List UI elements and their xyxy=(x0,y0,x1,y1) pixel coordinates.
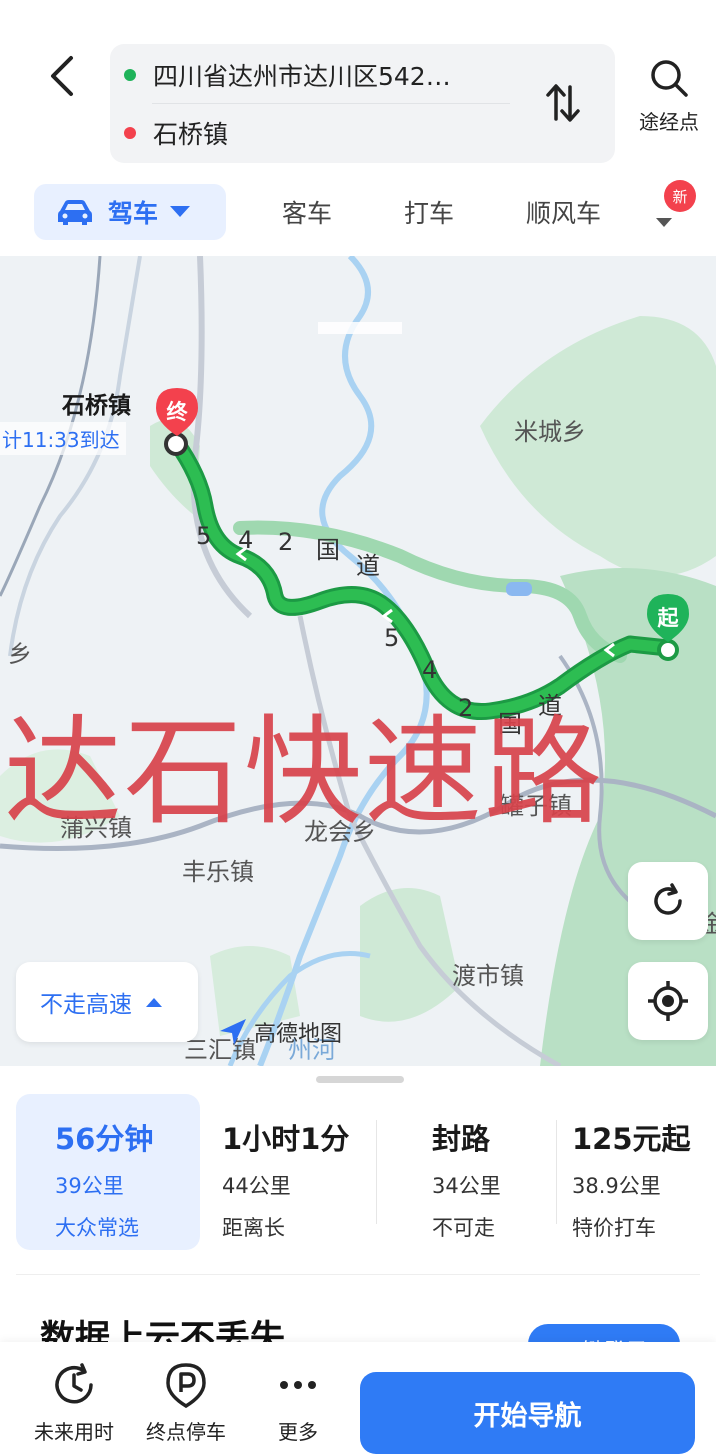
route-tag: 特价打车 xyxy=(572,1216,656,1240)
bottom-action-bar: 未来用时 终点停车 更多 开始导航 xyxy=(0,1342,716,1456)
overlay-title: 达石快速路 xyxy=(4,703,605,841)
route-option[interactable]: 125元起 38.9公里 特价打车 xyxy=(572,1094,712,1250)
brand-label: 高德地图 xyxy=(254,1022,343,1047)
route-time: 封路 xyxy=(432,1122,491,1156)
origin-dot-icon xyxy=(124,69,136,81)
origin-field[interactable]: 四川省达州市达川区542… xyxy=(124,46,514,104)
brand-watermark: 高德地图 xyxy=(218,1016,342,1048)
route-option[interactable]: 1小时1分 44公里 距离长 xyxy=(222,1094,372,1250)
chevron-left-icon xyxy=(51,56,73,96)
road-label-char: 5 xyxy=(196,522,212,550)
route-options: 56分钟 39公里 大众常选 1小时1分 44公里 距离长 封路 34公里 不可… xyxy=(16,1094,716,1250)
route-input-box: 四川省达州市达川区542… 石桥镇 xyxy=(110,44,615,163)
route-tag: 大众常选 xyxy=(55,1216,139,1240)
map-canvas xyxy=(0,256,716,1066)
tab-drive[interactable]: 驾车 xyxy=(34,184,226,240)
swap-arrows-icon xyxy=(546,84,580,122)
future-time-label: 未来用时 xyxy=(34,1420,114,1444)
destination-parking-label: 终点停车 xyxy=(146,1420,226,1444)
road-label-char: 2 xyxy=(278,528,294,556)
locate-me-button[interactable] xyxy=(628,962,708,1040)
status-bar xyxy=(0,0,716,30)
route-distance: 44公里 xyxy=(222,1174,291,1198)
car-icon xyxy=(58,200,92,225)
option-divider xyxy=(556,1120,557,1224)
future-time-button[interactable]: 未来用时 xyxy=(24,1362,124,1445)
caret-down-icon xyxy=(170,206,191,217)
place-label: 乡 xyxy=(8,640,32,668)
road-label-char: 5 xyxy=(384,624,400,652)
end-pin-label: 终 xyxy=(166,400,188,424)
road-label-char: 4 xyxy=(238,526,254,554)
back-button[interactable] xyxy=(36,50,88,102)
avoid-highway-label: 不走高速 xyxy=(40,992,132,1018)
more-button[interactable]: 更多 xyxy=(248,1362,348,1445)
destination-field[interactable]: 石桥镇 xyxy=(124,104,514,162)
route-map[interactable]: 终 起 5 4 2 国 道 5 4 2 国 道 石桥镇 计11:33到达 米城乡… xyxy=(0,256,716,1066)
route-header: 四川省达州市达川区542… 石桥镇 途经点 驾车 客车 打车 顺风车 新 xyxy=(0,0,716,256)
route-tag: 距离长 xyxy=(222,1216,285,1240)
destination-map-label: 石桥镇 xyxy=(62,393,131,419)
start-navigation-button[interactable]: 开始导航 xyxy=(360,1372,695,1454)
add-waypoint-button[interactable]: 途经点 xyxy=(624,58,714,148)
more-dots-icon xyxy=(280,1381,316,1389)
route-distance: 39公里 xyxy=(55,1174,124,1198)
tab-taxi[interactable]: 打车 xyxy=(404,194,454,230)
destination-text: 石桥镇 xyxy=(153,120,229,149)
route-option[interactable]: 56分钟 39公里 大众常选 xyxy=(16,1094,200,1250)
destination-dot-icon xyxy=(124,127,136,139)
amap-logo-icon xyxy=(220,1019,246,1045)
end-pin: 终 xyxy=(154,386,200,438)
route-time: 56分钟 xyxy=(55,1122,154,1156)
place-label: 米城乡 xyxy=(514,418,586,446)
clock-arrow-icon xyxy=(55,1363,93,1404)
tab-bus[interactable]: 客车 xyxy=(282,194,332,230)
route-distance: 34公里 xyxy=(432,1174,501,1198)
eta-label: 计11:33到达 xyxy=(0,422,126,455)
road-label-char: 国 xyxy=(316,536,340,564)
panel-drag-handle[interactable] xyxy=(316,1076,404,1083)
avoid-highway-toggle[interactable]: 不走高速 xyxy=(16,962,198,1042)
route-time: 1小时1分 xyxy=(222,1122,350,1156)
refresh-icon xyxy=(654,883,682,915)
more-label: 更多 xyxy=(278,1420,318,1444)
caret-up-icon xyxy=(146,998,162,1007)
tab-carpool[interactable]: 顺风车 xyxy=(526,194,601,230)
refresh-route-button[interactable] xyxy=(628,862,708,940)
new-badge: 新 xyxy=(664,180,696,212)
start-navigation-label: 开始导航 xyxy=(473,1400,582,1432)
locate-icon xyxy=(648,981,688,1021)
route-distance: 38.9公里 xyxy=(572,1174,661,1198)
option-divider xyxy=(376,1120,377,1224)
waypoint-label: 途经点 xyxy=(639,110,699,134)
origin-text: 四川省达州市达川区542… xyxy=(153,62,451,91)
place-label: 丰乐镇 xyxy=(182,858,254,886)
tab-drive-label: 驾车 xyxy=(108,199,159,228)
panel-divider xyxy=(16,1274,700,1275)
swap-route-button[interactable] xyxy=(541,78,585,128)
road-label-char: 道 xyxy=(356,552,380,580)
travel-mode-tabs: 驾车 客车 打车 顺风车 xyxy=(0,182,716,242)
start-pin: 起 xyxy=(645,592,691,644)
route-option[interactable]: 封路 34公里 不可走 xyxy=(432,1094,552,1250)
search-icon xyxy=(651,60,688,97)
start-pin-label: 起 xyxy=(657,606,679,630)
route-tag: 不可走 xyxy=(432,1216,495,1240)
route-time: 125元起 xyxy=(572,1122,691,1156)
place-label: 渡市镇 xyxy=(452,962,524,990)
destination-parking-button[interactable]: 终点停车 xyxy=(136,1362,236,1445)
parking-pin-icon xyxy=(166,1363,206,1408)
